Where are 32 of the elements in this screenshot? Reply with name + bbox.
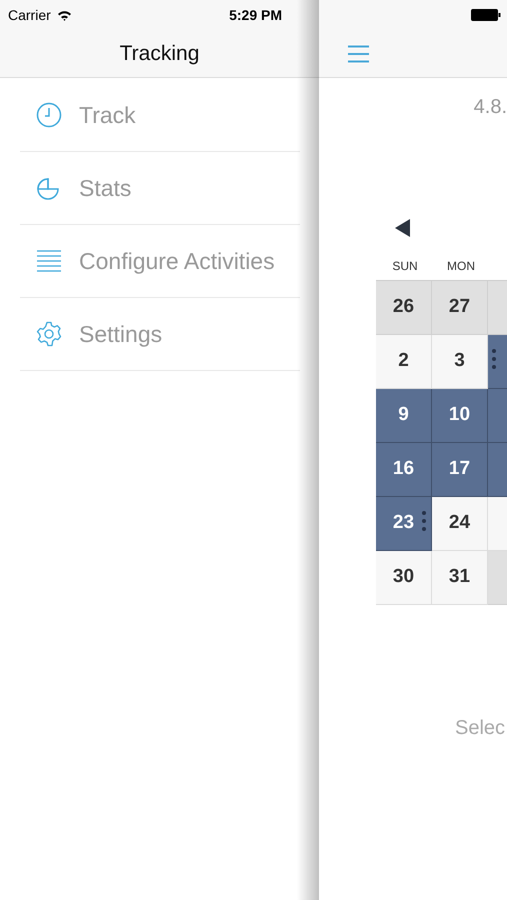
list-icon [36,249,62,273]
calendar-day[interactable]: 9 [376,389,432,443]
calendar-day[interactable]: 30 [376,551,432,605]
status-time: 5:29 PM [229,6,282,24]
wifi-icon [56,10,72,20]
menu-item[interactable]: Track [20,79,300,152]
settings-icon [36,321,62,347]
calendar-day[interactable]: 2 [376,335,432,389]
previous-month-arrow[interactable] [395,219,410,237]
calendar-day[interactable]: 26 [376,281,432,335]
clock-icon [36,102,62,128]
calendar-day[interactable]: 27 [432,281,488,335]
calendar-day[interactable]: 10 [432,389,488,443]
date-label: 4.8. [474,95,507,120]
dots-icon [492,349,496,369]
menu-item[interactable]: Settings [20,298,300,371]
calendar-day[interactable]: 24 [432,497,488,551]
calendar-day[interactable]: 23 [376,497,432,551]
calendar-day[interactable]: 31 [432,551,488,605]
carrier-label: Carrier [8,6,51,24]
menu-item[interactable]: Configure Activities [20,225,300,298]
calendar-day[interactable]: 16 [376,443,432,497]
nav-title: Tracking [120,40,200,67]
dots-icon [422,511,426,531]
menu-item[interactable]: Stats [20,152,300,225]
hint-text: Selec [455,716,506,741]
calendar-day[interactable]: 17 [432,443,488,497]
battery-icon [471,9,501,21]
weekday-label: SUN [391,258,419,275]
menu-icon[interactable] [348,44,369,62]
calendar-day[interactable]: 3 [432,335,488,389]
weekday-label: MON [446,258,476,275]
